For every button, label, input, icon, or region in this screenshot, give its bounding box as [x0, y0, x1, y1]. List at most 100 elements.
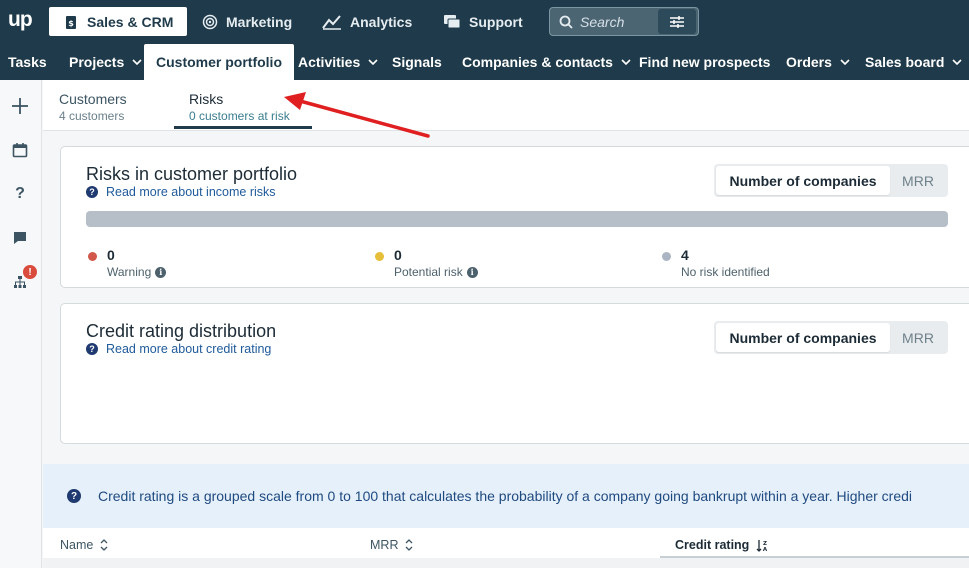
banner-text: Credit rating is a grouped scale from 0 … — [98, 488, 913, 504]
sort-descending-icon: ZA — [756, 539, 768, 552]
subnav-sales-board[interactable]: Sales board — [865, 44, 962, 80]
subnav-activities[interactable]: Activities — [298, 44, 378, 80]
chevron-down-icon — [368, 59, 378, 65]
left-sidebar: ? ! — [0, 80, 42, 568]
chevron-down-icon — [952, 59, 962, 65]
metric-toggle: Number of companies MRR — [714, 164, 948, 197]
chevron-down-icon — [132, 59, 142, 65]
annotation-arrow — [284, 92, 430, 138]
target-icon — [202, 14, 218, 29]
topnav-analytics[interactable]: Analytics — [322, 7, 412, 36]
subnav-label: Find new prospects — [639, 54, 771, 70]
tab-customers[interactable]: Customers 4 customers — [59, 91, 127, 123]
stat-value: 0 — [394, 247, 402, 263]
chat-icon[interactable] — [10, 228, 30, 248]
sort-icon — [100, 539, 108, 551]
subnav-label: Customer portfolio — [156, 54, 282, 70]
subnav-label: Orders — [786, 54, 832, 70]
stat-label: No risk identified — [681, 265, 770, 279]
column-label: Credit rating — [675, 538, 750, 552]
search-box[interactable]: Search — [549, 7, 699, 36]
income-risks-link[interactable]: ? Read more about income risks — [86, 185, 276, 199]
subnav-label: Projects — [69, 54, 125, 70]
stat-label-text: Warning — [107, 265, 152, 279]
stat-value: 0 — [107, 247, 115, 263]
table-header: Name MRR Credit rating ZA — [43, 528, 969, 568]
tab-sublabel: 0 customers at risk — [189, 109, 290, 123]
stat-label-text: No risk identified — [681, 265, 770, 279]
card-title: Risks in customer portfolio — [86, 164, 298, 184]
tab-label: Risks — [189, 91, 224, 107]
subnav-label: Signals — [392, 54, 442, 70]
status-dot — [662, 252, 671, 261]
stat-label: Potential risk i — [394, 265, 478, 279]
question-icon: ? — [86, 186, 98, 198]
column-header-name[interactable]: Name — [60, 538, 108, 552]
subnav-label: Sales board — [865, 54, 945, 70]
column-label: MRR — [370, 538, 399, 552]
column-header-mrr[interactable]: MRR — [370, 538, 413, 552]
topnav-marketing[interactable]: Marketing — [202, 7, 292, 36]
app-logo[interactable]: up — [8, 8, 33, 32]
subnav-label: Activities — [298, 54, 361, 70]
toggle-mrr[interactable]: MRR — [890, 173, 946, 189]
subnav-companies-contacts[interactable]: Companies & contacts — [462, 44, 631, 80]
credit-rating-link[interactable]: ? Read more about credit rating — [86, 342, 271, 356]
table-body-edge — [43, 558, 969, 568]
subnav-orders[interactable]: Orders — [786, 44, 850, 80]
chevron-down-icon — [621, 59, 631, 65]
svg-text:$: $ — [68, 19, 74, 28]
metric-toggle: Number of companies MRR — [714, 321, 948, 354]
topnav-support[interactable]: Support — [443, 7, 523, 36]
subnav-projects[interactable]: Projects — [69, 44, 142, 80]
status-dot — [375, 252, 384, 261]
plus-icon[interactable] — [10, 96, 30, 116]
info-icon[interactable]: i — [155, 266, 167, 278]
tab-label: Customers — [59, 91, 127, 107]
column-label: Name — [60, 538, 94, 552]
info-icon[interactable]: i — [466, 266, 478, 278]
subnav-find-prospects[interactable]: Find new prospects — [639, 44, 770, 80]
sort-icon — [406, 539, 413, 551]
briefcase-icon: $ — [66, 15, 76, 29]
stat-label-text: Potential risk — [394, 265, 463, 279]
tab-sublabel: 4 customers — [59, 109, 125, 123]
risks-card: Risks in customer portfolio ? Read more … — [60, 146, 969, 288]
subnav-tasks[interactable]: Tasks — [8, 44, 47, 80]
tab-risks[interactable]: Risks 0 customers at risk — [189, 91, 290, 123]
toggle-number-of-companies[interactable]: Number of companies — [716, 323, 890, 352]
subnav-label: Companies & contacts — [462, 54, 613, 70]
chevron-down-icon — [840, 59, 850, 65]
subnav-customer-portfolio[interactable]: Customer portfolio — [144, 44, 294, 80]
stat-label: Warning i — [107, 265, 167, 279]
top-navigation-bar: up $ Sales & CRM Marketing Analytics Sup… — [0, 0, 969, 44]
alert-badge: ! — [23, 265, 37, 279]
toggle-number-of-companies[interactable]: Number of companies — [716, 166, 890, 195]
calendar-icon[interactable] — [10, 140, 30, 160]
topnav-label: Marketing — [226, 13, 293, 30]
chart-icon — [322, 14, 341, 30]
toggle-mrr[interactable]: MRR — [890, 330, 946, 346]
status-dot — [88, 252, 97, 261]
card-title: Credit rating distribution — [86, 321, 277, 341]
topnav-label: Sales & CRM — [87, 13, 174, 30]
credit-info-banner: ? Credit rating is a grouped scale from … — [43, 464, 969, 528]
risk-distribution-bar — [86, 211, 948, 227]
sliders-icon — [670, 15, 684, 28]
link-text: Read more about credit rating — [106, 342, 272, 356]
question-icon: ? — [86, 343, 98, 355]
module-navigation-bar: Tasks Projects Customer portfolio Activi… — [0, 44, 969, 80]
column-header-credit-rating[interactable]: Credit rating ZA — [675, 538, 768, 552]
topnav-label: Support — [469, 13, 523, 30]
link-text: Read more about income risks — [106, 185, 276, 199]
subnav-signals[interactable]: Signals — [392, 44, 442, 80]
filter-button[interactable] — [658, 9, 696, 34]
search-input[interactable]: Search — [580, 14, 658, 30]
search-icon — [559, 15, 573, 29]
chat-icon — [444, 14, 461, 28]
topnav-label: Analytics — [350, 13, 413, 30]
stat-value: 4 — [681, 247, 689, 263]
topnav-sales-crm[interactable]: $ Sales & CRM — [49, 7, 188, 36]
svg-text:A: A — [763, 547, 768, 552]
help-icon[interactable]: ? — [10, 184, 30, 204]
